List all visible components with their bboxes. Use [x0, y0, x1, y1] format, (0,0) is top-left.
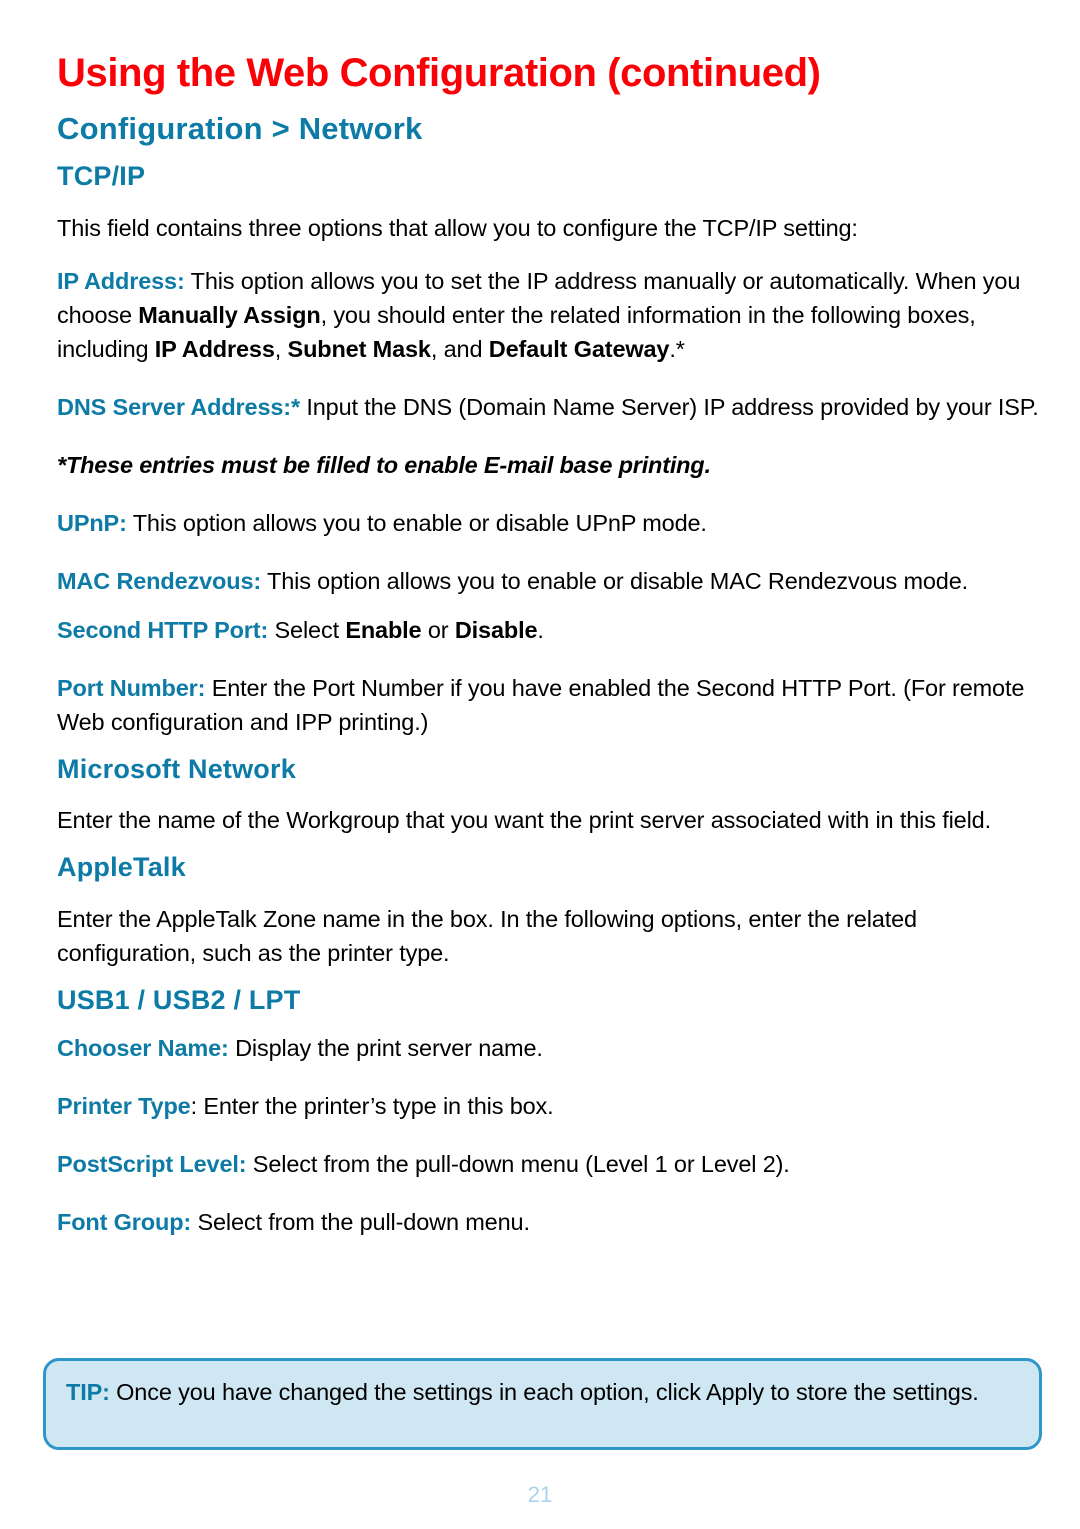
document-page: Using the Web Configuration (continued) … [0, 0, 1080, 1529]
font-group-paragraph: Font Group: Select from the pull-down me… [57, 1181, 1043, 1239]
ip-address-bold-manually-assign: Manually Assign [138, 301, 321, 328]
second-http-port-text-2: or [421, 616, 455, 643]
font-group-text: Select from the pull-down menu. [191, 1208, 530, 1235]
tcpip-intro-paragraph: This field contains three options that a… [57, 214, 858, 241]
upnp-paragraph: UPnP: This option allows you to enable o… [57, 482, 1043, 540]
subsection-heading-tcpip: TCP/IP [57, 161, 146, 192]
ip-address-bold-ip-address: IP Address [154, 335, 275, 362]
microsoft-network-paragraph: Enter the name of the Workgroup that you… [57, 807, 991, 834]
dns-server-address-text: Input the DNS (Domain Name Server) IP ad… [299, 393, 1039, 420]
second-http-port-text-1: Select [268, 616, 346, 643]
page-title: Using the Web Configuration (continued) [57, 51, 821, 95]
subsection-heading-usb1-usb2-lpt: USB1 / USB2 / LPT [57, 985, 301, 1016]
subsection-heading-microsoft-network: Microsoft Network [57, 753, 296, 784]
tip-label: TIP: [66, 1379, 110, 1405]
printer-type-label: Printer Type [57, 1092, 191, 1119]
ip-address-bold-default-gateway: Default Gateway [488, 335, 670, 362]
second-http-port-text-3: . [537, 616, 544, 643]
printer-type-text: : Enter the printer’s type in this box. [190, 1092, 554, 1119]
dns-server-address-paragraph: DNS Server Address:* Input the DNS (Doma… [57, 366, 1043, 424]
port-number-paragraph: Port Number: Enter the Port Number if yo… [57, 647, 1043, 739]
upnp-label: UPnP: [57, 509, 127, 536]
mac-rendezvous-label: MAC Rendezvous: [57, 567, 262, 594]
second-http-port-bold-enable: Enable [345, 616, 422, 643]
ip-address-bold-subnet-mask: Subnet Mask [287, 335, 431, 362]
ip-address-text-3: , [274, 335, 288, 362]
postscript-level-text: Select from the pull-down menu (Level 1 … [246, 1150, 790, 1177]
page-content: Using the Web Configuration (continued) … [57, 0, 1043, 1239]
font-group-label: Font Group: [57, 1208, 192, 1235]
ip-address-text-4: , and [430, 335, 489, 362]
ip-address-paragraph: IP Address: This option allows you to se… [57, 245, 1043, 366]
appletalk-paragraph: Enter the AppleTalk Zone name in the box… [57, 906, 917, 967]
postscript-level-paragraph: PostScript Level: Select from the pull-d… [57, 1123, 1043, 1181]
section-heading-configuration-network: Configuration > Network [57, 111, 423, 146]
chooser-name-paragraph: Chooser Name: Display the print server n… [57, 1016, 1043, 1065]
printer-type-paragraph: Printer Type: Enter the printer’s type i… [57, 1065, 1043, 1123]
tip-callout-box: TIP: Once you have changed the settings … [43, 1358, 1042, 1450]
chooser-name-text: Display the print server name. [228, 1034, 543, 1061]
upnp-text: This option allows you to enable or disa… [126, 509, 707, 536]
tip-body-text: Once you have changed the settings in ea… [109, 1379, 979, 1405]
mac-rendezvous-text: This option allows you to enable or disa… [261, 567, 969, 594]
second-http-port-bold-disable: Disable [454, 616, 538, 643]
port-number-label: Port Number: [57, 674, 206, 701]
subsection-heading-appletalk: AppleTalk [57, 852, 186, 883]
footnote-email-base-printing: *These entries must be filled to enable … [57, 451, 711, 478]
postscript-level-label: PostScript Level: [57, 1150, 247, 1177]
second-http-port-paragraph: Second HTTP Port: Select Enable or Disab… [57, 598, 1043, 647]
ip-address-label: IP Address: [57, 267, 185, 294]
second-http-port-label: Second HTTP Port: [57, 616, 269, 643]
ip-address-text-5: .* [669, 335, 685, 362]
tip-text: TIP: Once you have changed the settings … [66, 1375, 1017, 1409]
mac-rendezvous-paragraph: MAC Rendezvous: This option allows you t… [57, 540, 1043, 598]
page-number: 21 [527, 1482, 553, 1507]
dns-server-address-label: DNS Server Address:* [57, 393, 300, 420]
chooser-name-label: Chooser Name: [57, 1034, 229, 1061]
